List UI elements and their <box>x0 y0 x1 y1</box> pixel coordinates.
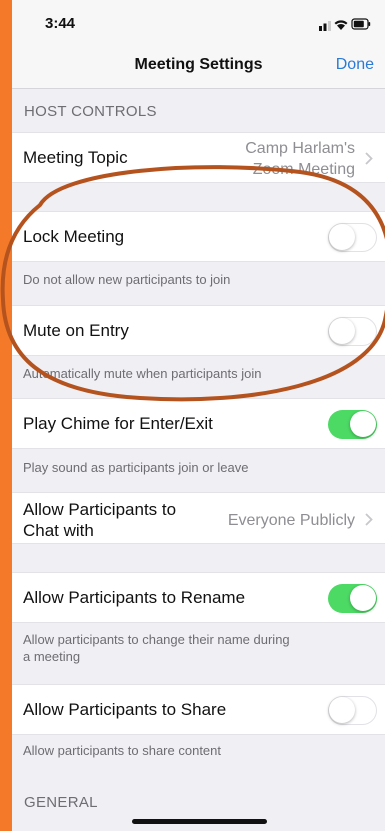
toggle-knob <box>350 411 376 437</box>
allow-rename-row: Allow Participants to Rename <box>12 572 385 623</box>
lock-meeting-label: Lock Meeting <box>23 227 125 246</box>
allow-rename-description-line2: a meeting <box>23 649 81 664</box>
mute-on-entry-description: Automatically mute when participants joi… <box>23 366 262 381</box>
mute-on-entry-label: Mute on Entry <box>23 321 129 340</box>
status-bar: 3:44 <box>12 0 385 44</box>
meeting-topic-value-line1: Camp Harlam's <box>245 140 355 157</box>
lock-meeting-toggle[interactable] <box>328 223 377 252</box>
meeting-topic-value: Camp Harlam's Zoom Meeting <box>245 138 355 180</box>
allow-share-row: Allow Participants to Share <box>12 684 385 735</box>
allow-rename-description-line1: Allow participants to change their name … <box>23 632 290 647</box>
play-chime-description: Play sound as participants join or leave <box>23 460 249 475</box>
signal-bar-2 <box>323 23 327 31</box>
toggle-knob <box>329 318 355 344</box>
status-icons <box>319 18 371 31</box>
allow-rename-toggle[interactable] <box>328 584 377 613</box>
allow-chat-label: Allow Participants to Chat with <box>23 499 176 541</box>
allow-chat-row[interactable]: Allow Participants to Chat with Everyone… <box>12 492 385 544</box>
mute-on-entry-toggle[interactable] <box>328 317 377 346</box>
play-chime-row: Play Chime for Enter/Exit <box>12 398 385 449</box>
page-title: Meeting Settings <box>134 56 263 73</box>
status-time: 3:44 <box>45 15 76 32</box>
toggle-knob <box>350 585 376 611</box>
allow-rename-description: Allow participants to change their name … <box>23 631 290 665</box>
section-header-general: GENERAL <box>24 794 98 811</box>
toggle-knob <box>329 224 355 250</box>
signal-bar-1 <box>319 26 322 31</box>
allow-chat-value: Everyone Publicly <box>227 512 355 529</box>
section-header-host-controls: HOST CONTROLS <box>24 103 157 120</box>
allow-chat-label-line2: Chat with <box>23 521 94 540</box>
chevron-right-icon <box>365 513 373 526</box>
lock-meeting-description: Do not allow new participants to join <box>23 272 231 287</box>
toggle-knob <box>329 697 355 723</box>
home-indicator <box>132 819 267 824</box>
allow-share-description: Allow participants to share content <box>23 743 221 758</box>
allow-chat-label-line1: Allow Participants to <box>23 500 177 519</box>
play-chime-toggle[interactable] <box>328 410 377 439</box>
settings-screen: 3:44 Meeting Settings Done HOST CONTROLS… <box>12 0 385 831</box>
mute-on-entry-row: Mute on Entry <box>12 305 385 356</box>
meeting-topic-label: Meeting Topic <box>23 148 128 167</box>
play-chime-label: Play Chime for Enter/Exit <box>23 414 213 433</box>
navigation-bar: Meeting Settings Done <box>12 44 385 89</box>
done-button[interactable]: Done <box>336 56 374 74</box>
meeting-topic-value-line2: Zoom Meeting <box>252 161 355 178</box>
signal-bar-3 <box>328 21 331 31</box>
allow-share-toggle[interactable] <box>328 696 377 725</box>
allow-rename-label: Allow Participants to Rename <box>23 588 246 607</box>
meeting-topic-row[interactable]: Meeting Topic Camp Harlam's Zoom Meeting <box>12 132 385 183</box>
chevron-right-icon <box>365 152 373 165</box>
wifi-icon <box>334 20 348 30</box>
lock-meeting-row: Lock Meeting <box>12 211 385 262</box>
allow-share-label: Allow Participants to Share <box>23 700 227 719</box>
